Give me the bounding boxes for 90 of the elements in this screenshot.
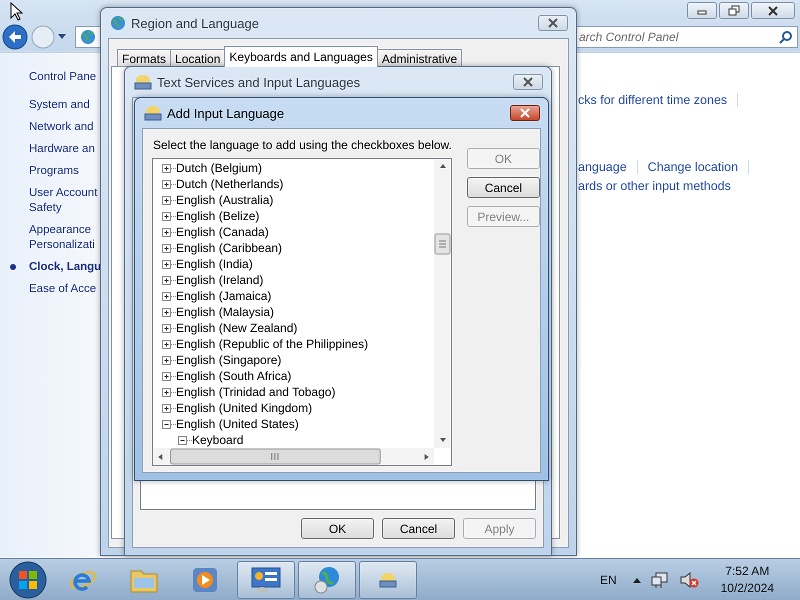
tab[interactable]: Formats	[117, 49, 172, 66]
plus-box-icon[interactable]	[162, 305, 176, 319]
sidebar-item[interactable]: Ease of Acce	[0, 282, 100, 304]
tree-item-label[interactable]: English (Trinidad and Tobago)	[176, 385, 336, 399]
clock[interactable]: 7:52 AM 10/2/2024	[720, 562, 774, 596]
task-link[interactable]: cks for different time zones	[578, 92, 728, 106]
plus-box-icon[interactable]	[162, 369, 176, 383]
tree-item-label[interactable]: English (Ireland)	[176, 273, 264, 287]
tree-item-label[interactable]: English (Malaysia)	[176, 305, 274, 319]
sidebar-item[interactable]: Appearance Personalizati	[0, 223, 100, 260]
tree-item-label[interactable]: English (United Kingdom)	[176, 401, 312, 415]
back-button[interactable]	[2, 24, 28, 50]
tree-item-label[interactable]: English (South Africa)	[176, 369, 292, 383]
restore-icon	[727, 4, 741, 16]
minimize-button[interactable]	[687, 2, 717, 19]
tab[interactable]: Location	[170, 49, 226, 66]
restore-button[interactable]	[719, 2, 749, 19]
tree-item-label[interactable]: Keyboard	[192, 433, 244, 447]
network-icon[interactable]	[650, 570, 669, 588]
window-title: Text Services and Input Languages	[157, 74, 360, 90]
search-field[interactable]: arch Control Panel	[576, 26, 798, 48]
tree-item-label[interactable]: English (Caribbean)	[176, 241, 282, 255]
tree-item-label[interactable]: English (India)	[176, 257, 253, 271]
sidebar-item[interactable]: System and	[0, 98, 100, 120]
control-panel-icon	[80, 29, 96, 45]
plus-box-icon[interactable]	[162, 161, 176, 175]
tree-item-label[interactable]: English (New Zealand)	[176, 321, 298, 335]
tree-item-label[interactable]: Dutch (Belgium)	[176, 161, 262, 175]
tree-item-label[interactable]: English (Jamaica)	[176, 289, 272, 303]
task-link[interactable]: anguage	[578, 160, 627, 174]
instruction-text: Select the language to add using the checkboxes below.	[153, 138, 452, 152]
search-icon	[779, 30, 793, 44]
plus-box-icon[interactable]	[162, 337, 176, 351]
plus-box-icon[interactable]	[162, 353, 176, 367]
window-title: Region and Language	[131, 16, 259, 30]
tree-item-label[interactable]: English (Australia)	[176, 193, 274, 207]
minus-box-icon[interactable]	[162, 417, 176, 431]
plus-box-icon[interactable]	[162, 209, 176, 223]
keyboard-cloud-icon	[379, 572, 397, 588]
close-icon	[519, 108, 531, 118]
plus-box-icon[interactable]	[162, 193, 176, 207]
minus-box-icon[interactable]	[178, 433, 192, 447]
task-link[interactable]: Change location	[648, 160, 738, 174]
globe-clock-icon	[312, 564, 342, 594]
sidebar-item[interactable]: Hardware an	[0, 142, 100, 164]
window-title: Add Input Language	[167, 106, 284, 120]
sidebar-item[interactable]: Network and	[0, 120, 100, 142]
close-icon	[547, 18, 559, 28]
tab[interactable]: Administrative	[376, 49, 462, 66]
tree-item-label[interactable]: English (Singapore)	[176, 353, 282, 367]
keyboard-cloud-icon	[144, 105, 162, 121]
sidebar-item[interactable]: User Account Safety	[0, 186, 100, 223]
close-button[interactable]	[510, 105, 540, 121]
globe-icon	[110, 15, 126, 31]
tab[interactable]: Keyboards and Languages	[224, 46, 378, 67]
control-panel-icon	[250, 564, 282, 594]
up-arrow-icon[interactable]	[632, 576, 641, 582]
task-link[interactable]: ards or other input methods	[578, 178, 731, 192]
taskbar-button[interactable]	[237, 560, 295, 598]
tree-item-label[interactable]: English (Republic of the Philippines)	[176, 337, 368, 351]
plus-box-icon[interactable]	[162, 385, 176, 399]
mouse-pointer-icon	[10, 2, 23, 21]
plus-box-icon[interactable]	[162, 241, 176, 255]
sidebar-item[interactable]: Clock, Langu	[0, 260, 100, 282]
plus-box-icon[interactable]	[162, 225, 176, 239]
keyboard-cloud-icon	[134, 74, 152, 90]
dialog-button[interactable]: Cancel	[382, 518, 455, 539]
tree-item-label[interactable]: English (Canada)	[176, 225, 269, 239]
sidebar-link[interactable]: Control Pane	[0, 71, 100, 83]
dialog-button[interactable]: Cancel	[466, 177, 540, 198]
close-icon	[522, 77, 534, 87]
tree-item-label[interactable]: Dutch (Netherlands)	[176, 177, 284, 191]
dialog-button[interactable]: OK	[301, 518, 374, 539]
sidebar-item[interactable]: Programs	[0, 164, 100, 186]
plus-box-icon[interactable]	[162, 321, 176, 335]
tree-item-label[interactable]: English (Belize)	[176, 209, 260, 223]
muted-speaker-icon[interactable]	[678, 570, 699, 588]
tree-item-label[interactable]: English (United States)	[176, 417, 299, 431]
plus-box-icon[interactable]	[162, 257, 176, 271]
plus-box-icon[interactable]	[162, 177, 176, 191]
plus-box-icon[interactable]	[162, 289, 176, 303]
close-button[interactable]	[751, 2, 795, 19]
close-icon	[766, 4, 780, 16]
close-button[interactable]	[513, 74, 543, 90]
plus-box-icon[interactable]	[162, 273, 176, 287]
input-language-indicator[interactable]: EN	[600, 572, 617, 586]
plus-box-icon[interactable]	[162, 401, 176, 415]
dropdown-arrow-icon[interactable]	[58, 34, 66, 40]
media-player-icon	[191, 566, 219, 594]
close-button[interactable]	[538, 15, 568, 31]
